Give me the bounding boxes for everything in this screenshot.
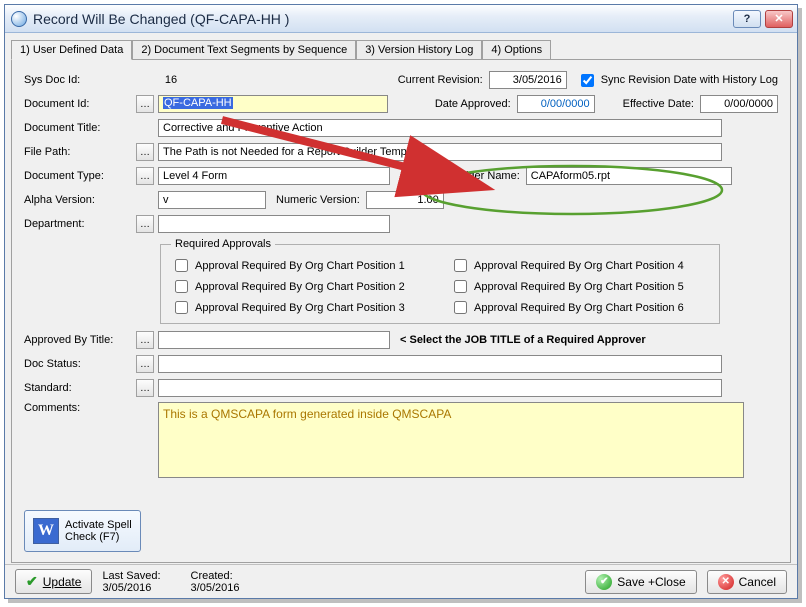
sync-revision-checkbox[interactable]: Sync Revision Date with History Log — [577, 71, 778, 90]
check-icon: ✔ — [26, 573, 38, 590]
lbl-numeric-version: Numeric Version: — [266, 194, 366, 206]
alpha-version-field[interactable] — [158, 191, 266, 209]
app-logo-icon — [11, 11, 27, 27]
help-icon: ? — [744, 13, 751, 25]
approval-cb-1[interactable]: Approval Required By Org Chart Position … — [171, 256, 430, 275]
department-lookup-button[interactable]: … — [136, 215, 154, 233]
document-id-field[interactable]: QF-CAPA-HH — [158, 95, 388, 113]
tab-options[interactable]: 4) Options — [482, 40, 551, 60]
lbl-sys-doc-id: Sys Doc Id: — [24, 74, 136, 86]
tab-user-defined-data[interactable]: 1) User Defined Data — [11, 40, 132, 60]
required-approvals-group: Required Approvals Approval Required By … — [160, 238, 720, 324]
close-icon: ✕ — [774, 12, 783, 25]
lbl-created: Created: — [191, 570, 240, 582]
approved-by-title-lookup-button[interactable]: … — [136, 331, 154, 349]
save-close-label: Save +Close — [617, 575, 685, 589]
department-field[interactable] — [158, 215, 390, 233]
sys-doc-id-value: 16 — [136, 74, 206, 86]
document-title-field[interactable] — [158, 119, 722, 137]
lbl-approved-by-title: Approved By Title: — [24, 334, 136, 346]
file-path-lookup-button[interactable]: … — [136, 143, 154, 161]
update-button[interactable]: ✔ Update — [15, 569, 92, 594]
save-icon: ✔ — [596, 574, 612, 590]
lbl-last-saved: Last Saved: — [102, 570, 160, 582]
lbl-date-approved: Date Approved: — [425, 98, 517, 110]
spell-check-button[interactable]: W Activate Spell Check (F7) — [24, 510, 141, 552]
approval-cb-2[interactable]: Approval Required By Org Chart Position … — [171, 277, 430, 296]
dialog-window: Record Will Be Changed (QF-CAPA-HH ) ? ✕… — [4, 4, 798, 599]
lbl-standard: Standard: — [24, 382, 136, 394]
approved-by-title-field[interactable] — [158, 331, 390, 349]
select-job-title-note: < Select the JOB TITLE of a Required App… — [400, 334, 646, 346]
lbl-required-approvals: Required Approvals — [171, 238, 275, 250]
cancel-icon: ✕ — [718, 574, 734, 590]
tab-bar: 1) User Defined Data 2) Document Text Se… — [5, 33, 797, 59]
sync-revision-cb[interactable] — [581, 74, 594, 87]
document-id-value: QF-CAPA-HH — [163, 97, 233, 109]
tab-panel: Sys Doc Id: 16 Current Revision: Sync Re… — [11, 59, 791, 563]
approval-cb-5[interactable]: Approval Required By Org Chart Position … — [450, 277, 709, 296]
document-id-lookup-button[interactable]: … — [136, 95, 154, 113]
numeric-version-field[interactable] — [366, 191, 444, 209]
lbl-report-builder-name: Report Builder Name: — [404, 170, 526, 182]
doc-status-lookup-button[interactable]: … — [136, 355, 154, 373]
lbl-effective-date: Effective Date: — [613, 98, 700, 110]
comments-field[interactable] — [158, 402, 744, 478]
lbl-document-id: Document Id: — [24, 98, 136, 110]
created-value: 3/05/2016 — [191, 582, 240, 594]
date-approved-field[interactable] — [517, 95, 595, 113]
word-icon: W — [33, 518, 59, 544]
tab-version-history[interactable]: 3) Version History Log — [356, 40, 482, 60]
help-button[interactable]: ? — [733, 10, 761, 28]
lbl-document-type: Document Type: — [24, 170, 136, 182]
cancel-button[interactable]: ✕ Cancel — [707, 570, 787, 594]
standard-field[interactable] — [158, 379, 722, 397]
report-builder-name-field[interactable] — [526, 167, 732, 185]
lbl-department: Department: — [24, 218, 136, 230]
lbl-current-revision: Current Revision: — [388, 74, 489, 86]
dialog-footer: ✔ Update Last Saved: 3/05/2016 Created: … — [5, 564, 797, 598]
lbl-sync-revision: Sync Revision Date with History Log — [601, 74, 778, 86]
file-path-field[interactable] — [158, 143, 722, 161]
approval-cb-4[interactable]: Approval Required By Org Chart Position … — [450, 256, 709, 275]
titlebar: Record Will Be Changed (QF-CAPA-HH ) ? ✕ — [5, 5, 797, 33]
last-saved-value: 3/05/2016 — [102, 582, 160, 594]
approval-cb-6[interactable]: Approval Required By Org Chart Position … — [450, 298, 709, 317]
lbl-doc-status: Doc Status: — [24, 358, 136, 370]
approval-cb-3[interactable]: Approval Required By Org Chart Position … — [171, 298, 430, 317]
lbl-comments: Comments: — [24, 402, 136, 414]
doc-status-field[interactable] — [158, 355, 722, 373]
effective-date-field[interactable] — [700, 95, 778, 113]
footer-meta: Last Saved: 3/05/2016 Created: 3/05/2016 — [102, 570, 239, 594]
lbl-document-title: Document Title: — [24, 122, 136, 134]
cancel-label: Cancel — [739, 575, 776, 589]
document-type-lookup-button[interactable]: … — [136, 167, 154, 185]
window-title: Record Will Be Changed (QF-CAPA-HH ) — [33, 11, 729, 27]
lbl-alpha-version: Alpha Version: — [24, 194, 136, 206]
lbl-spell-check: Activate Spell Check (F7) — [65, 519, 132, 543]
document-type-field[interactable] — [158, 167, 390, 185]
close-button[interactable]: ✕ — [765, 10, 793, 28]
lbl-file-path: File Path: — [24, 146, 136, 158]
current-revision-field[interactable] — [489, 71, 567, 89]
tab-text-segments[interactable]: 2) Document Text Segments by Sequence — [132, 40, 356, 60]
update-label: Update — [43, 575, 82, 589]
standard-lookup-button[interactable]: … — [136, 379, 154, 397]
save-close-button[interactable]: ✔ Save +Close — [585, 570, 696, 594]
